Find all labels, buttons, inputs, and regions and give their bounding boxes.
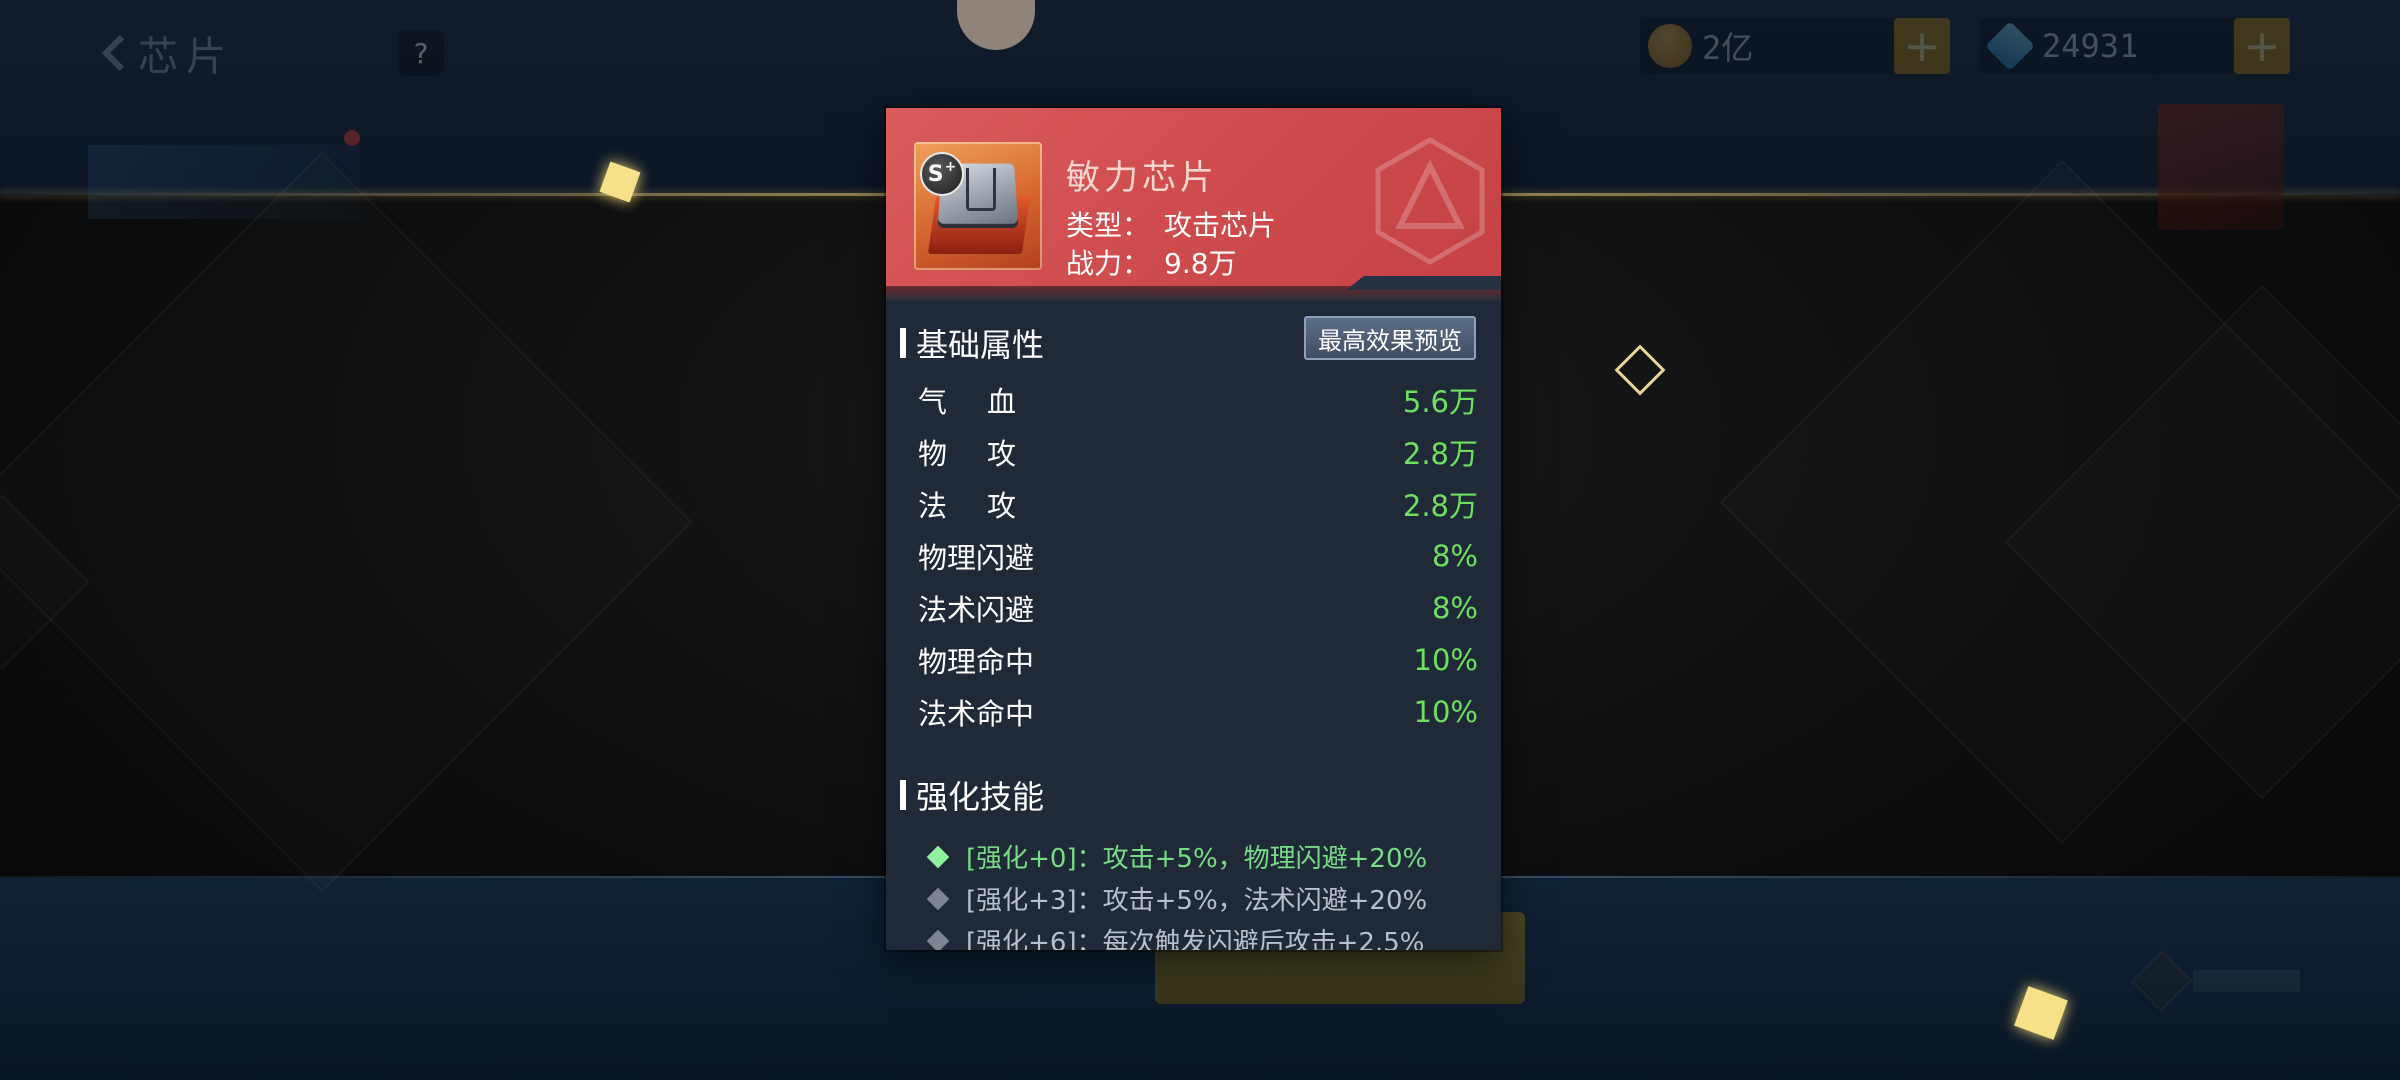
- item-power: 战力： 9.8万: [1066, 242, 1237, 282]
- base-stats-title-text: 基础属性: [916, 326, 1045, 364]
- header-notch: [1346, 276, 1501, 290]
- item-type-value: 攻击芯片: [1164, 209, 1277, 242]
- item-power-value: 9.8万: [1164, 247, 1237, 280]
- item-name: 敏力芯片: [1066, 158, 1218, 198]
- stat-label: 法攻: [918, 489, 1057, 523]
- grade-letter: S: [927, 161, 944, 187]
- skill-gem-icon: [926, 929, 950, 950]
- base-stats-title: 基础属性: [900, 320, 1044, 366]
- item-power-label: 战力：: [1066, 247, 1151, 280]
- stat-value: 10%: [1413, 695, 1478, 729]
- stat-row-magic-hit: 法术命中 10%: [918, 692, 1478, 732]
- item-type-label: 类型：: [1066, 209, 1151, 242]
- stat-label: 物理闪避: [918, 541, 1035, 575]
- stat-value: 8%: [1431, 539, 1478, 573]
- item-type: 类型： 攻击芯片: [1066, 204, 1276, 244]
- skill-item: [强化+0]：攻击+5%，物理闪避+20%: [926, 838, 1428, 875]
- enhance-skills-title-text: 强化技能: [916, 778, 1045, 816]
- item-header: S + 敏力芯片 类型： 攻击芯片 战力： 9.8万: [886, 108, 1501, 288]
- section-bar: [900, 328, 906, 358]
- skill-item: [强化+3]：攻击+5%，法术闪避+20%: [926, 880, 1428, 917]
- enhance-skills-title: 强化技能: [900, 772, 1044, 818]
- stat-row-physical-hit: 物理命中 10%: [918, 640, 1478, 680]
- item-detail-panel: S + 敏力芯片 类型： 攻击芯片 战力： 9.8万 基础属性 最高效果预览 气血 5…: [886, 108, 1501, 950]
- skill-gem-icon: [926, 845, 950, 868]
- stat-row-physical-dodge: 物理闪避 8%: [918, 536, 1478, 576]
- skill-item: [强化+6]：每次触发闪避后攻击+2.5%: [926, 922, 1425, 950]
- skill-text: [强化+0]：攻击+5%，物理闪避+20%: [966, 844, 1428, 874]
- skill-gem-icon: [926, 887, 950, 910]
- stat-label: 物理命中: [918, 645, 1035, 679]
- chip-icon: S +: [914, 142, 1042, 270]
- stat-label: 法术命中: [918, 697, 1035, 731]
- stat-label: 法术闪避: [918, 593, 1035, 627]
- stat-row-magic-dodge: 法术闪避 8%: [918, 588, 1478, 628]
- skill-text: [强化+3]：攻击+5%，法术闪避+20%: [966, 886, 1428, 916]
- stat-row-physical-attack: 物攻 2.8万: [918, 432, 1478, 472]
- stat-value: 2.8万: [1402, 489, 1478, 523]
- stat-label: 气血: [918, 385, 1057, 419]
- stat-value: 8%: [1431, 591, 1478, 625]
- section-bar: [900, 780, 906, 810]
- stat-value: 10%: [1413, 643, 1478, 677]
- stat-label: 物攻: [918, 437, 1057, 471]
- max-effect-preview-button[interactable]: 最高效果预览: [1304, 316, 1476, 360]
- stat-value: 5.6万: [1402, 385, 1478, 419]
- skill-text: [强化+6]：每次触发闪避后攻击+2.5%: [966, 928, 1425, 950]
- stat-row-hp: 气血 5.6万: [918, 380, 1478, 420]
- grade-badge: S +: [920, 152, 964, 196]
- emblem-icon: [1375, 137, 1485, 265]
- grade-plus: +: [944, 159, 957, 175]
- stat-row-magic-attack: 法攻 2.8万: [918, 484, 1478, 524]
- stat-value: 2.8万: [1402, 437, 1478, 471]
